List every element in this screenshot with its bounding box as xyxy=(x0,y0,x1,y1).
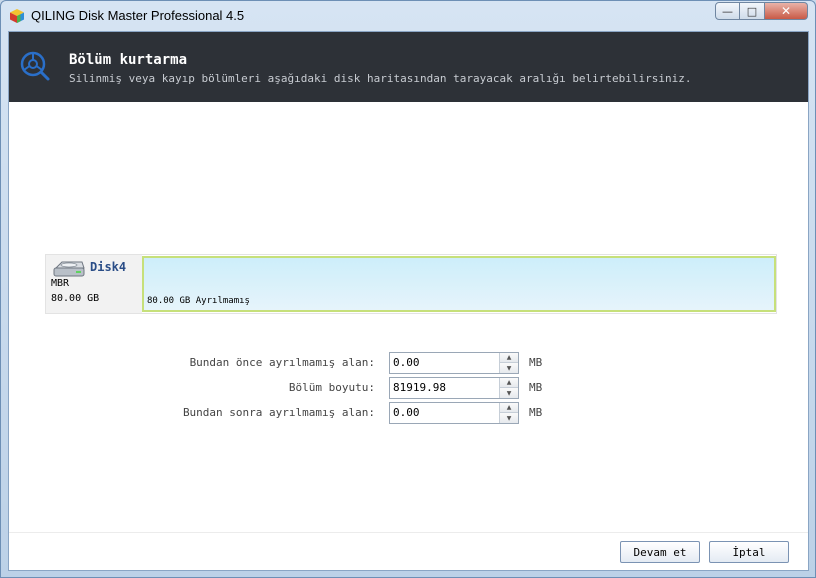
spin-down-icon[interactable]: ▼ xyxy=(500,363,518,373)
unallocated-after-value: 0.00 xyxy=(393,406,420,419)
partition-size-value: 81919.98 xyxy=(393,381,446,394)
unallocated-before-row: Bundan önce ayrılmamış alan: 0.00 ▲ ▼ MB xyxy=(9,352,809,374)
spin-down-icon[interactable]: ▼ xyxy=(500,388,518,398)
partition-size-label: Bölüm boyutu: xyxy=(288,381,375,394)
partition-size-spinner: ▲ ▼ xyxy=(499,378,518,398)
next-button[interactable]: Devam et xyxy=(620,541,700,563)
close-button[interactable]: ✕ xyxy=(765,2,808,20)
cancel-button[interactable]: İptal xyxy=(709,541,789,563)
window-title: QILING Disk Master Professional 4.5 xyxy=(31,8,245,23)
spin-up-icon[interactable]: ▲ xyxy=(500,353,518,363)
minimize-button[interactable]: — xyxy=(715,2,740,20)
partition-label: 80.00 GB Ayrılmamış xyxy=(147,296,250,306)
search-recover-icon xyxy=(20,51,50,81)
disk-name: Disk4 xyxy=(90,260,127,274)
disk-info-panel[interactable]: Disk4 MBR 80.00 GB xyxy=(46,255,142,313)
spin-up-icon[interactable]: ▲ xyxy=(500,378,518,388)
footer-divider xyxy=(9,532,808,533)
disk-partition-style: MBR xyxy=(51,278,70,289)
spin-up-icon[interactable]: ▲ xyxy=(500,403,518,413)
unallocated-after-spinner: ▲ ▼ xyxy=(499,403,518,423)
disk-size: 80.00 GB xyxy=(51,293,100,304)
close-icon: ✕ xyxy=(780,4,792,18)
partition-size-row: Bölüm boyutu: 81919.98 ▲ ▼ MB xyxy=(9,377,809,399)
unit-label: MB xyxy=(529,356,543,369)
unallocated-after-label: Bundan sonra ayrılmamış alan: xyxy=(182,406,375,419)
spin-down-icon[interactable]: ▼ xyxy=(500,413,518,423)
unallocated-before-label: Bundan önce ayrılmamış alan: xyxy=(189,356,375,369)
partition-size-input[interactable]: 81919.98 ▲ ▼ xyxy=(389,377,519,399)
maximize-icon: □ xyxy=(746,4,758,18)
wizard-header: Bölüm kurtarma Silinmiş veya kayıp bölüm… xyxy=(9,32,808,102)
app-window: QILING Disk Master Professional 4.5 — □ … xyxy=(0,0,816,578)
page-description: Silinmiş veya kayıp bölümleri aşağıdaki … xyxy=(69,72,692,85)
disk-map: Disk4 MBR 80.00 GB 80.00 GB Ayrılmamış xyxy=(45,254,777,314)
title-bar[interactable]: QILING Disk Master Professional 4.5 — □ … xyxy=(1,1,815,31)
unallocated-partition[interactable]: 80.00 GB Ayrılmamış xyxy=(142,256,776,312)
unallocated-before-input[interactable]: 0.00 ▲ ▼ xyxy=(389,352,519,374)
unallocated-after-row: Bundan sonra ayrılmamış alan: 0.00 ▲ ▼ M… xyxy=(9,402,809,424)
window-controls: — □ ✕ xyxy=(715,2,808,20)
unit-label: MB xyxy=(529,406,543,419)
dialog-content: Bölüm kurtarma Silinmiş veya kayıp bölüm… xyxy=(8,31,809,571)
unit-label: MB xyxy=(529,381,543,394)
maximize-button[interactable]: □ xyxy=(740,2,765,20)
unallocated-after-input[interactable]: 0.00 ▲ ▼ xyxy=(389,402,519,424)
page-title: Bölüm kurtarma xyxy=(69,52,188,68)
minimize-icon: — xyxy=(722,4,733,18)
unallocated-before-spinner: ▲ ▼ xyxy=(499,353,518,373)
unallocated-before-value: 0.00 xyxy=(393,356,420,369)
app-cube-icon xyxy=(10,9,24,23)
